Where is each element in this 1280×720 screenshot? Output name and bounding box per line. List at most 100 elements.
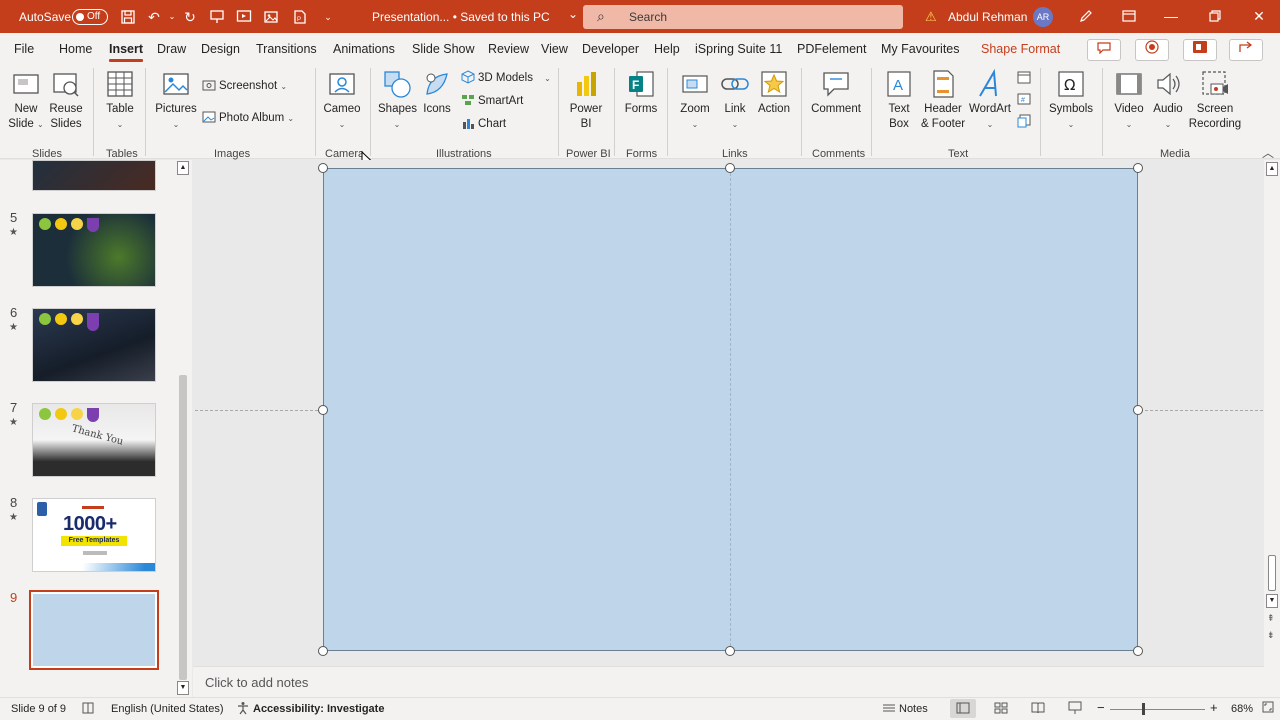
smartart-button[interactable]: SmartArt	[461, 93, 523, 109]
resize-handle-top[interactable]	[725, 163, 735, 173]
spelling-icon[interactable]	[81, 701, 95, 718]
slide-thumbnail-5[interactable]	[32, 213, 156, 287]
normal-view-button[interactable]	[950, 699, 976, 718]
zoom-slider[interactable]	[1110, 709, 1205, 710]
zoom-level[interactable]: 68%	[1231, 703, 1253, 715]
slide-thumbnail-9[interactable]	[29, 590, 159, 670]
tab-pdfelement[interactable]: PDFelement	[797, 42, 866, 56]
resize-handle-top-left[interactable]	[318, 163, 328, 173]
resize-handle-bottom[interactable]	[725, 646, 735, 656]
fit-slide-icon[interactable]	[1262, 701, 1274, 716]
restore-icon[interactable]	[1207, 8, 1223, 24]
tab-animations[interactable]: Animations	[333, 42, 395, 56]
header-footer-button[interactable]: Header & Footer	[918, 68, 968, 132]
pen-icon[interactable]	[1078, 8, 1094, 24]
screenshot-button[interactable]: Screenshot ⌄	[202, 78, 287, 95]
ribbon-display-icon[interactable]	[1121, 8, 1137, 24]
autosave-toggle[interactable]: Off	[72, 9, 108, 25]
tab-insert[interactable]: Insert	[109, 42, 144, 62]
present-teams-button[interactable]	[1183, 39, 1217, 61]
date-time-button[interactable]	[1017, 70, 1034, 86]
zoom-out-icon[interactable]: −	[1097, 700, 1105, 715]
tab-shape-format[interactable]: Shape Format	[981, 42, 1060, 56]
audio-button[interactable]: Audio ⌄	[1150, 68, 1186, 132]
screen-recording-button[interactable]: Screen Recording	[1186, 68, 1244, 132]
slide-number-button[interactable]: #	[1017, 92, 1034, 108]
table-button[interactable]: Table ⌄	[102, 68, 138, 132]
customize-qat-icon[interactable]: ⌄	[320, 9, 336, 25]
present-icon[interactable]	[236, 9, 252, 25]
minimize-icon[interactable]: —	[1163, 8, 1179, 24]
next-slide-icon[interactable]: ⇟	[1267, 630, 1275, 641]
slide-thumbnail-8[interactable]: 1000+ Free Templates	[32, 498, 156, 572]
icons-button[interactable]: Icons	[420, 68, 454, 117]
close-icon[interactable]: ✕	[1251, 8, 1267, 24]
accessibility-status[interactable]: Accessibility: Investigate	[253, 703, 384, 715]
canvas-scrollbar[interactable]: ▲ ▼ ⇞ ⇟	[1264, 160, 1280, 697]
zoom-slider-thumb[interactable]	[1142, 703, 1145, 715]
resize-handle-bottom-left[interactable]	[318, 646, 328, 656]
tab-help[interactable]: Help	[654, 42, 680, 56]
user-name[interactable]: Abdul Rehman	[948, 10, 1027, 24]
tab-my-favourites[interactable]: My Favourites	[881, 42, 960, 56]
notes-icon[interactable]	[882, 701, 896, 718]
tab-file[interactable]: File	[14, 42, 34, 56]
resize-handle-left[interactable]	[318, 405, 328, 415]
chart-button[interactable]: Chart	[461, 116, 506, 132]
object-button[interactable]	[1017, 114, 1034, 130]
shapes-button[interactable]: Shapes ⌄	[378, 68, 417, 132]
avatar[interactable]: AR	[1033, 7, 1053, 27]
comments-button[interactable]	[1087, 39, 1121, 61]
pdf-icon[interactable]: P	[292, 9, 308, 25]
reading-view-icon[interactable]	[1031, 702, 1045, 717]
tab-transitions[interactable]: Transitions	[256, 42, 317, 56]
from-beginning-icon[interactable]	[209, 9, 225, 25]
tab-developer[interactable]: Developer	[582, 42, 639, 56]
resize-handle-bottom-right[interactable]	[1133, 646, 1143, 656]
link-button[interactable]: Link ⌄	[718, 68, 752, 132]
3d-models-button[interactable]: 3D Models ⌄	[461, 70, 551, 87]
slideshow-icon[interactable]	[1068, 701, 1082, 718]
thumbnail-scrollbar[interactable]: ▲ ▼	[176, 160, 190, 697]
tab-ispring[interactable]: iSpring Suite 11	[695, 42, 782, 56]
share-button[interactable]	[1229, 39, 1263, 61]
forms-button[interactable]: F Forms	[622, 68, 660, 117]
notes-button[interactable]: Notes	[899, 703, 928, 715]
wordart-button[interactable]: WordArt ⌄	[966, 68, 1014, 132]
collapse-ribbon-icon[interactable]: ︿	[1262, 144, 1274, 161]
power-bi-button[interactable]: Power BI	[566, 68, 606, 132]
title-caret-icon[interactable]: ⌄	[568, 7, 578, 21]
reuse-slides-button[interactable]: Reuse Slides	[48, 68, 84, 132]
cameo-button[interactable]: Cameo ⌄	[322, 68, 362, 132]
pictures-button[interactable]: Pictures ⌄	[155, 68, 197, 132]
save-icon[interactable]	[120, 9, 136, 25]
tab-slide-show[interactable]: Slide Show	[412, 42, 475, 56]
search-box[interactable]: ⌕ Search	[583, 5, 903, 29]
notes-pane[interactable]: Click to add notes	[193, 666, 1264, 697]
symbols-button[interactable]: Ω Symbols ⌄	[1046, 68, 1096, 132]
slide-sorter-icon[interactable]	[994, 702, 1008, 717]
scroll-up-icon[interactable]: ▲	[1266, 162, 1278, 176]
photo-album-button[interactable]: Photo Album ⌄	[202, 110, 294, 127]
new-slide-button[interactable]: New Slide ⌄	[6, 68, 46, 132]
document-title[interactable]: Presentation... • Saved to this PC	[372, 10, 550, 24]
scroll-down-icon[interactable]: ▼	[1266, 594, 1278, 608]
undo-icon[interactable]: ↶	[146, 9, 162, 25]
undo-dropdown-icon[interactable]: ⌄	[164, 9, 180, 25]
notes-placeholder[interactable]: Click to add notes	[205, 675, 308, 690]
record-button[interactable]	[1135, 39, 1169, 61]
zoom-in-icon[interactable]: +	[1210, 700, 1218, 715]
video-button[interactable]: Video ⌄	[1110, 68, 1148, 132]
accessibility-icon[interactable]	[236, 701, 250, 718]
language-status[interactable]: English (United States)	[111, 703, 224, 715]
tab-review[interactable]: Review	[488, 42, 529, 56]
scroll-down-icon[interactable]: ▼	[177, 681, 189, 695]
picture-icon[interactable]	[263, 9, 279, 25]
slide-thumbnail-6[interactable]	[32, 308, 156, 382]
previous-slide-icon[interactable]: ⇞	[1267, 613, 1275, 624]
scroll-thumb[interactable]	[1268, 555, 1276, 591]
slide-thumbnail-7[interactable]: Thank You	[32, 403, 156, 477]
resize-handle-top-right[interactable]	[1133, 163, 1143, 173]
action-button[interactable]: Action	[754, 68, 794, 117]
redo-icon[interactable]: ↻	[182, 9, 198, 25]
